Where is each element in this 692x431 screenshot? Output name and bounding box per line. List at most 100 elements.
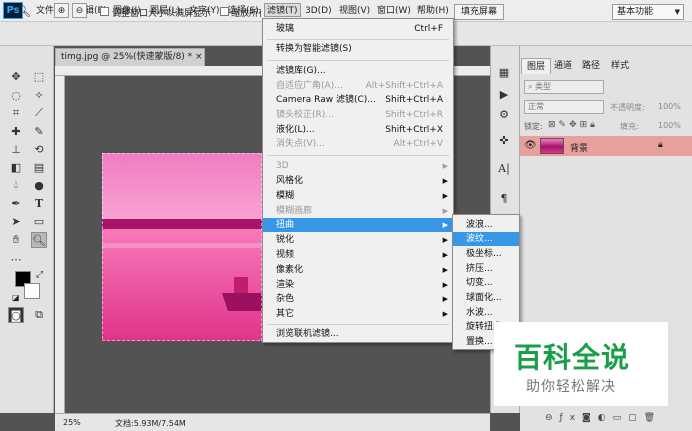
menu-help[interactable]: 帮助(H) xyxy=(417,4,449,18)
tab-styles[interactable]: 样式 xyxy=(606,58,634,74)
adjustments-panel-icon[interactable]: ✜ xyxy=(496,132,512,148)
submenu-arrow-icon: ▶ xyxy=(442,281,448,289)
menu-3d[interactable]: 3D(D) xyxy=(305,4,332,18)
menu-item-video[interactable]: 视频 ▶ xyxy=(263,248,453,262)
blur-tool-icon[interactable]: 💧︎ xyxy=(8,177,24,193)
layer-kind-filter[interactable]: ⌕ 类型 xyxy=(524,80,604,94)
more-tools-icon[interactable]: ⋯ xyxy=(8,251,24,267)
menu-item-browse-online-filters[interactable]: 浏览联机滤镜... xyxy=(263,327,453,341)
history-panel-icon[interactable]: ▦ xyxy=(496,64,512,80)
submenu-item-pinch[interactable]: 挤压... xyxy=(453,262,519,276)
submenu-item-ripple[interactable]: 波纹... xyxy=(453,232,519,246)
path-selection-tool-icon[interactable]: ➤ xyxy=(8,213,24,229)
menu-item-render[interactable]: 渲染 ▶ xyxy=(263,278,453,292)
properties-panel-icon[interactable]: ⚙ xyxy=(496,106,512,122)
menu-item-vanishing-point: 消失点(V)... Alt+Ctrl+V xyxy=(276,139,443,149)
blend-mode-select[interactable]: 正常 xyxy=(524,100,604,114)
tab-paths[interactable]: 路径 xyxy=(577,58,605,74)
type-tool-icon[interactable]: T xyxy=(31,195,47,211)
clone-stamp-tool-icon[interactable]: ⊥ xyxy=(8,141,24,157)
crop-tool-icon[interactable]: ⌗ xyxy=(8,105,24,121)
opacity-value[interactable]: 100% xyxy=(658,102,681,111)
menu-item-adaptive-wide-angle: 自适应广角(A)... Alt+Shift+Ctrl+A xyxy=(276,81,443,91)
zoom-all-checkbox[interactable] xyxy=(220,7,229,16)
marquee-tool-icon[interactable]: ⬚ xyxy=(31,68,47,84)
submenu-item-wave[interactable]: 波浪... xyxy=(453,218,519,232)
tab-channels[interactable]: 通道 xyxy=(549,58,577,74)
menu-window[interactable]: 窗口(W) xyxy=(377,4,411,18)
layer-actions-bar[interactable]: ⊖ƒx◙◐▭▢🗑︎ xyxy=(545,413,662,423)
tab-layers[interactable]: 图层 xyxy=(521,58,552,74)
menu-view[interactable]: 视图(V) xyxy=(339,4,370,18)
lasso-tool-icon[interactable]: ◌ xyxy=(8,87,24,103)
fill-value[interactable]: 100% xyxy=(658,121,681,130)
menu-item-camera-raw[interactable]: Camera Raw 滤镜(C)... Shift+Ctrl+A xyxy=(263,93,453,107)
layer-name[interactable]: 背景 xyxy=(570,141,588,154)
menu-item-blur[interactable]: 模糊 ▶ xyxy=(263,189,453,203)
zoom-tool-icon[interactable]: 🔍︎ xyxy=(31,232,47,248)
eraser-tool-icon[interactable]: ◧ xyxy=(8,159,24,175)
document-tab[interactable]: timg.jpg @ 25%(快速蒙版/8) * × xyxy=(55,48,205,66)
pen-tool-icon[interactable]: ✒ xyxy=(8,195,24,211)
gradient-tool-icon[interactable]: ▤ xyxy=(31,159,47,175)
search-icon: ⌕ xyxy=(528,82,536,91)
menu-item-pixelate[interactable]: 像素化 ▶ xyxy=(263,263,453,277)
submenu-item-zigzag[interactable]: 水波... xyxy=(453,306,519,320)
workspace-label: 基本功能 xyxy=(617,7,654,17)
history-brush-tool-icon[interactable]: ⟲ xyxy=(31,141,47,157)
actions-panel-icon[interactable]: ▶ xyxy=(496,86,512,102)
background-color-swatch[interactable] xyxy=(24,283,40,299)
default-colors-icon[interactable]: ◪ xyxy=(12,293,20,302)
lock-icons[interactable]: ⊠✎✥⊞🔒︎ xyxy=(548,120,598,130)
hand-tool-icon[interactable]: ✋︎ xyxy=(8,232,24,248)
watermark: 百科全说 助你轻松解决 xyxy=(494,322,668,406)
submenu-item-shear[interactable]: 切变... xyxy=(453,276,519,290)
character-panel-icon[interactable]: A| xyxy=(496,160,512,176)
resize-windows-label: 调整窗口大小以满屏显示 xyxy=(112,9,212,19)
status-bar: 25% 文档:5.93M/7.54M xyxy=(55,413,490,431)
menu-item-distort[interactable]: 扭曲 ▶ xyxy=(263,218,453,232)
menu-item-convert-smart-filter[interactable]: 转换为智能滤镜(S) xyxy=(263,42,453,56)
healing-brush-tool-icon[interactable]: ✚ xyxy=(8,123,24,139)
zoom-in-icon[interactable]: ⊕ xyxy=(54,3,69,18)
zoom-tool-icon[interactable]: 🔍︎ xyxy=(16,3,31,18)
submenu-arrow-icon: ▶ xyxy=(442,236,448,244)
menu-item-last-filter[interactable]: 玻璃 Ctrl+F xyxy=(263,22,453,36)
quick-mask-icon[interactable]: ◙ xyxy=(8,307,24,323)
canvas-image[interactable] xyxy=(102,153,262,341)
menu-filter[interactable]: 滤镜(T) xyxy=(264,3,301,17)
swap-colors-icon[interactable]: ⤢ xyxy=(36,270,43,280)
menu-item-3d: 3D ▶ xyxy=(276,161,448,171)
submenu-arrow-icon: ▶ xyxy=(442,177,448,185)
brush-tool-icon[interactable]: ✎ xyxy=(31,123,47,139)
workspace-select[interactable]: 基本功能 ▼ xyxy=(612,4,684,20)
resize-windows-checkbox[interactable] xyxy=(100,7,109,16)
move-tool-icon[interactable]: ✥ xyxy=(8,68,24,84)
fill-label: 填充: xyxy=(620,122,639,131)
submenu-item-polar-coordinates[interactable]: 极坐标... xyxy=(453,247,519,261)
menu-item-liquify[interactable]: 液化(L)... Shift+Ctrl+X xyxy=(263,123,453,137)
zoom-out-icon[interactable]: ⊖ xyxy=(72,3,87,18)
opacity-label: 不透明度: xyxy=(610,103,645,112)
submenu-arrow-icon: ▶ xyxy=(442,162,448,170)
submenu-arrow-icon: ▶ xyxy=(442,295,448,303)
menu-item-sharpen[interactable]: 锐化 ▶ xyxy=(263,233,453,247)
fill-screen-button[interactable]: 填充屏幕 xyxy=(454,4,505,20)
submenu-item-spherize[interactable]: 球面化... xyxy=(453,291,519,305)
eyedropper-tool-icon[interactable]: ⟋ xyxy=(31,105,47,121)
paragraph-panel-icon[interactable]: ¶ xyxy=(496,190,512,206)
close-tab-icon[interactable]: × xyxy=(195,52,203,62)
menu-item-stylize[interactable]: 风格化 ▶ xyxy=(263,174,453,188)
screen-mode-icon[interactable]: ⧉ xyxy=(31,307,47,323)
dodge-tool-icon[interactable]: ● xyxy=(31,177,47,193)
menu-item-lens-correction: 镜头校正(R)... Shift+Ctrl+R xyxy=(276,110,443,120)
menu-item-filter-gallery[interactable]: 滤镜库(G)... xyxy=(263,64,453,78)
visibility-eye-icon[interactable]: 👁︎ xyxy=(524,140,537,151)
document-tab-title: timg.jpg @ 25%(快速蒙版/8) * xyxy=(61,52,193,62)
menu-item-noise[interactable]: 杂色 ▶ xyxy=(263,292,453,306)
menu-item-other[interactable]: 其它 ▶ xyxy=(263,307,453,321)
shape-tool-icon[interactable]: ▭ xyxy=(31,213,47,229)
watermark-subtitle: 助你轻松解决 xyxy=(526,379,616,395)
zoom-level: 25% xyxy=(63,418,81,427)
magic-wand-tool-icon[interactable]: ✧ xyxy=(31,87,47,103)
